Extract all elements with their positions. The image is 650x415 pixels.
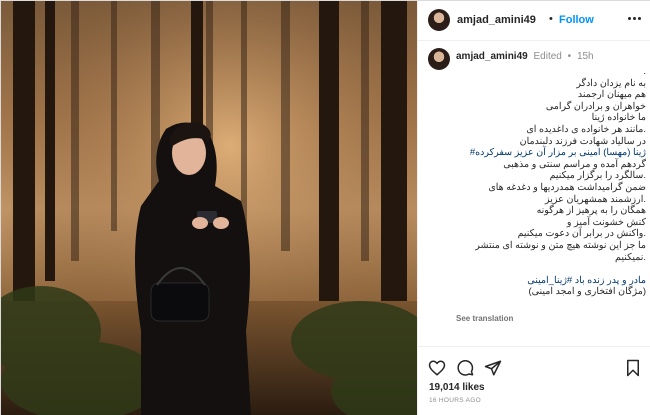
heart-icon[interactable] bbox=[428, 359, 446, 377]
caption-username[interactable]: amjad_amini49 bbox=[456, 51, 528, 62]
caption-text: . به نام یزدان دادگر هم میهنان ارجمند خو… bbox=[456, 66, 646, 298]
username[interactable]: amjad_amini49 bbox=[457, 14, 536, 26]
caption-hashtag-line[interactable]: ژینا (مهسا) امینی بر مزار آن عزیز سفرکرد… bbox=[456, 147, 646, 159]
caption-line: ضمن گرامیداشت همدردیها و دغدغه های bbox=[488, 181, 646, 193]
follow-button[interactable]: Follow bbox=[559, 14, 594, 26]
caption-line: ما خانواده ژینا bbox=[591, 112, 646, 124]
caption-avatar[interactable] bbox=[428, 48, 450, 70]
caption-line: کنش خشونت آمیز و bbox=[566, 216, 646, 228]
caption-line: .نمیکنیم bbox=[615, 251, 646, 263]
caption-line: . bbox=[643, 66, 646, 77]
post-time: 15h bbox=[576, 51, 594, 62]
caption-header: amjad_amini49 Edited • 15h bbox=[456, 51, 594, 62]
comment-icon[interactable] bbox=[456, 359, 474, 377]
post-photo[interactable] bbox=[1, 1, 417, 415]
edited-label: Edited bbox=[533, 51, 562, 62]
caption-area: amjad_amini49 Edited • 15h . به نام یزدا… bbox=[418, 41, 650, 346]
caption-line: .مانند هر خانواده ی داغدیده ای bbox=[526, 123, 646, 135]
caption-signature-hashtag[interactable]: مادر و پدر زنده باد #ژینا_امینی bbox=[456, 275, 646, 287]
posted-ago: 16 HOURS AGO bbox=[429, 397, 482, 404]
caption-line: .ارزشمند همشهریان عزیز bbox=[545, 193, 646, 205]
caption-line: به نام یزدان دادگر bbox=[576, 77, 646, 89]
avatar[interactable] bbox=[428, 9, 450, 31]
share-icon[interactable] bbox=[484, 359, 502, 377]
caption-line: همگان را به پرهیز از هرگونه bbox=[536, 205, 646, 217]
caption-line: در سالیاد شهادت فرزند دلبندمان bbox=[519, 135, 646, 147]
post-actions: 19,014 likes 16 HOURS AGO bbox=[418, 346, 650, 415]
post-header: amjad_amini49 • Follow bbox=[418, 1, 650, 41]
caption-line: .سالگرد را برگزار میکنیم bbox=[549, 170, 646, 182]
caption-line: .واکنش در برابر آن دعوت میکنیم bbox=[517, 228, 646, 240]
caption-line: ما جز این نوشته هیچ متن و نوشته ای منتشر bbox=[475, 239, 646, 251]
see-translation-link[interactable]: See translation bbox=[456, 314, 513, 323]
more-options-icon[interactable] bbox=[624, 10, 644, 26]
post-side-panel: amjad_amini49 • Follow amjad_amini49 Edi… bbox=[417, 1, 650, 415]
caption-signature-names: (مژگان افتخاری و امجد امینی) bbox=[528, 286, 646, 298]
time-separator: • bbox=[567, 51, 572, 62]
caption-line: گردهم آمده و مراسم سنتی و مذهبی bbox=[503, 158, 646, 170]
bookmark-icon[interactable] bbox=[624, 359, 642, 377]
caption-line: هم میهنان ارجمند bbox=[577, 89, 646, 101]
forest-portrait-image bbox=[1, 1, 417, 415]
caption-line: خواهران و برادران گرامی bbox=[545, 100, 646, 112]
separator-dot: • bbox=[549, 13, 553, 25]
instagram-post: amjad_amini49 • Follow amjad_amini49 Edi… bbox=[0, 0, 650, 415]
like-count[interactable]: 19,014 likes bbox=[429, 382, 485, 393]
